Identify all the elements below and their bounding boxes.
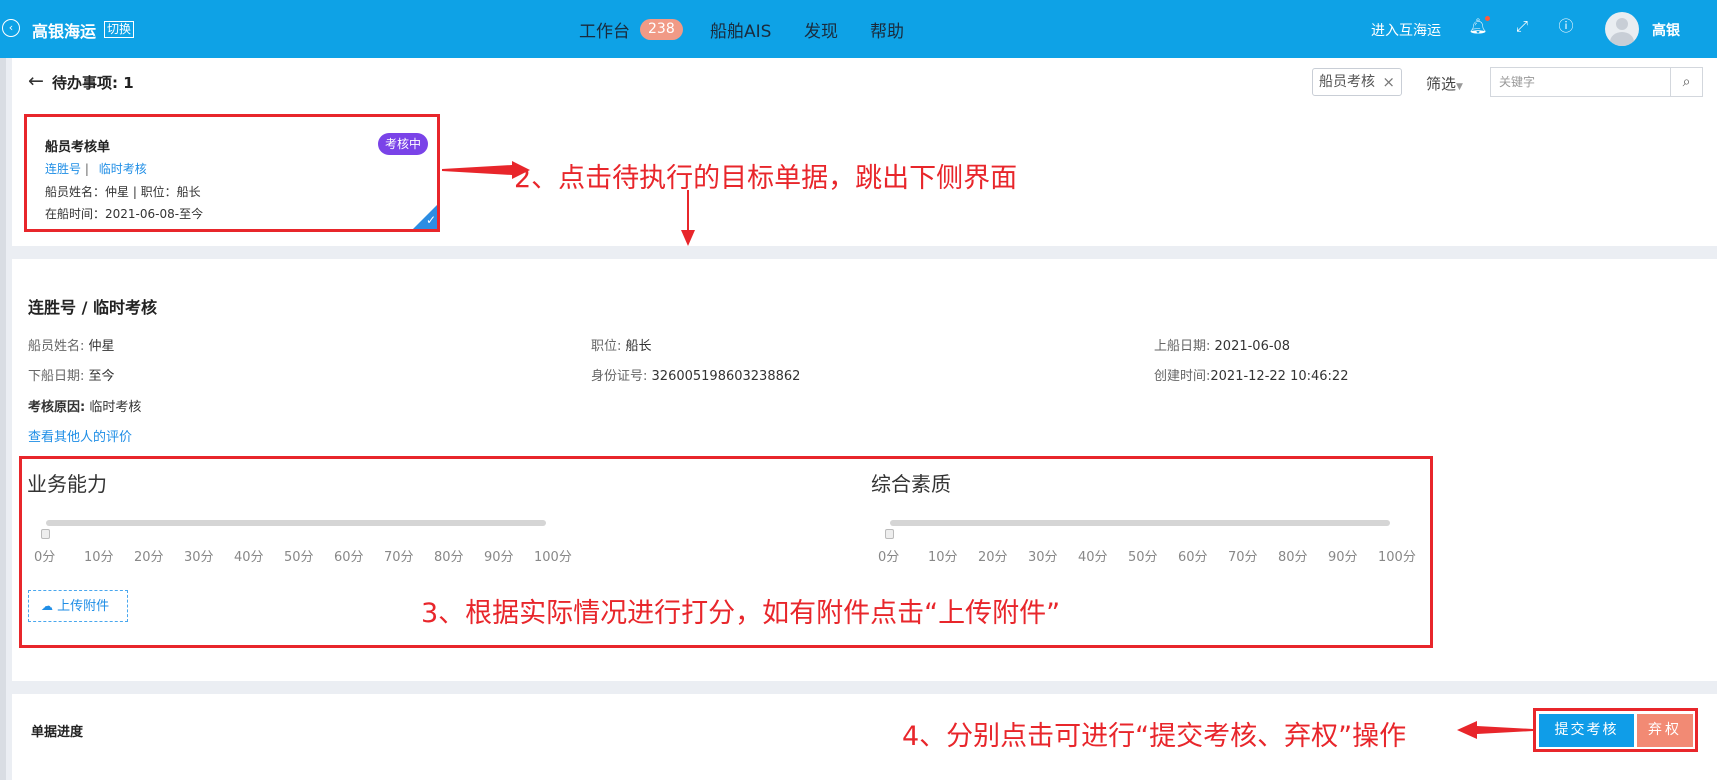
position-value: 船长: [625, 339, 652, 354]
chevron-down-icon: ▼: [1456, 82, 1463, 92]
nav-discover[interactable]: 发现: [804, 17, 838, 42]
slider-tick-label: 50分: [284, 550, 314, 565]
search-input[interactable]: 关键字: [1490, 67, 1671, 97]
slider-tick-label: 70分: [1228, 550, 1258, 565]
status-badge: 考核中: [378, 133, 429, 155]
separator: |: [84, 162, 89, 176]
slider-tick-label: 30分: [184, 550, 214, 565]
slider-tick-label: 70分: [384, 550, 414, 565]
filter-tag-label: 船员考核: [1319, 74, 1375, 90]
slider-tick-label: 100分: [534, 550, 572, 565]
id-number-field: 身份证号: 326005198603238862: [591, 369, 801, 384]
slider-tick-label: 90分: [1328, 550, 1358, 565]
cloud-upload-icon: ☁︎: [41, 599, 53, 613]
score-title-quality: 综合素质: [871, 472, 951, 496]
crew-name-field: 船员姓名: 仲星: [28, 339, 115, 354]
leave-date-field: 下船日期: 至今: [28, 369, 115, 384]
upload-attachment-button[interactable]: ☁︎ 上传附件: [28, 590, 128, 622]
fullscreen-icon[interactable]: ⤢: [1512, 16, 1532, 36]
left-edge-stripe: [0, 58, 6, 780]
quality-slider-track[interactable]: [890, 520, 1390, 526]
slider-tick-label: 90分: [484, 550, 514, 565]
enter-huhaiyun-link[interactable]: 进入互海运: [1371, 20, 1441, 40]
notification-dot: [1485, 16, 1490, 21]
board-date-field: 上船日期: 2021-06-08: [1154, 339, 1291, 354]
board-date-value: 2021-06-08: [1214, 339, 1291, 354]
slider-tick-label: 60分: [1178, 550, 1208, 565]
slider-tick-label: 100分: [1378, 550, 1416, 565]
brand-name: 高银海运: [32, 22, 97, 41]
slider-tick-label: 0分: [34, 550, 56, 565]
username[interactable]: 高银: [1652, 20, 1680, 40]
slider-tick-label: 80分: [1278, 550, 1308, 565]
card-onboard-time: 在船时间：2021-06-08-至今: [45, 207, 204, 221]
leave-date-value: 至今: [88, 369, 115, 384]
nav-workbench[interactable]: 工作台: [579, 17, 630, 42]
top-navigation-bar: ‹ 高银海运 切换 工作台 238 船舶AIS 发现 帮助 进入互海运 🔔︎ ⤢…: [0, 0, 1717, 58]
filter-tag[interactable]: 船员考核 ×: [1312, 68, 1402, 96]
check-icon: ✓: [426, 213, 437, 227]
detail-title: 连胜号 / 临时考核: [28, 298, 157, 317]
ship-link[interactable]: 连胜号: [45, 162, 81, 176]
reason-value: 临时考核: [89, 400, 142, 415]
progress-title: 单据进度: [31, 725, 84, 740]
position-field: 职位: 船长: [591, 339, 652, 354]
business-slider-handle[interactable]: [41, 529, 50, 539]
view-others-link[interactable]: 查看其他人的评价: [28, 426, 132, 445]
filter-label: 筛选: [1426, 75, 1457, 93]
slider-tick-label: 40分: [234, 550, 264, 565]
switch-company-button[interactable]: 切换: [104, 21, 135, 38]
slider-tick-label: 0分: [878, 550, 900, 565]
slider-tick-label: 10分: [84, 550, 114, 565]
back-arrow-icon[interactable]: ←: [28, 70, 44, 92]
close-icon[interactable]: ×: [1382, 69, 1395, 95]
nav-help[interactable]: 帮助: [870, 17, 904, 42]
card-crew-info: 船员姓名：仲星 | 职位：船长: [45, 185, 201, 199]
help-icon[interactable]: ⓘ: [1556, 16, 1576, 36]
crew-name-value: 仲星: [88, 339, 115, 354]
crew-assessment-card[interactable]: 船员考核单 考核中 连胜号 | 临时考核 船员姓名：仲星 | 职位：船长 在船时…: [24, 114, 440, 232]
search-icon[interactable]: ⌕: [1670, 67, 1703, 97]
submit-assessment-button[interactable]: 提交考核: [1539, 714, 1634, 747]
slider-tick-label: 80分: [434, 550, 464, 565]
slider-tick-label: 60分: [334, 550, 364, 565]
back-icon[interactable]: ‹: [2, 19, 20, 37]
workbench-count-badge: 238: [640, 19, 683, 40]
created-time-value: 2021-12-22 10:46:22: [1210, 369, 1349, 384]
id-number-value: 326005198603238862: [651, 369, 801, 384]
slider-tick-label: 30分: [1028, 550, 1058, 565]
slider-tick-label: 20分: [134, 550, 164, 565]
created-time-field: 创建时间:2021-12-22 10:46:22: [1154, 369, 1349, 384]
slider-tick-label: 10分: [928, 550, 958, 565]
annotation-step-4: 4、分别点击可进行“提交考核、弃权”操作: [902, 721, 1407, 752]
assessment-type-link[interactable]: 临时考核: [99, 162, 147, 176]
todo-title: 待办事项: 1: [52, 74, 134, 92]
filter-dropdown[interactable]: 筛选▼: [1426, 73, 1463, 94]
quality-slider-handle[interactable]: [885, 529, 894, 539]
reason-field: 考核原因: 临时考核: [28, 400, 142, 415]
card-links: 连胜号 | 临时考核: [45, 160, 147, 177]
avatar[interactable]: [1605, 12, 1639, 46]
slider-tick-label: 40分: [1078, 550, 1108, 565]
abandon-button[interactable]: 弃权: [1637, 714, 1693, 747]
score-title-business: 业务能力: [27, 472, 107, 496]
nav-ship-ais[interactable]: 船舶AIS: [710, 17, 771, 42]
slider-tick-label: 20分: [978, 550, 1008, 565]
business-slider-track[interactable]: [46, 520, 546, 526]
slider-tick-label: 50分: [1128, 550, 1158, 565]
annotation-step-2: 2、点击待执行的目标单据，跳出下侧界面: [514, 163, 1018, 194]
annotation-arrow-left: [1457, 721, 1533, 739]
upload-label: 上传附件: [57, 599, 110, 614]
card-title: 船员考核单: [45, 140, 111, 155]
annotation-step-3: 3、根据实际情况进行打分，如有附件点击“上传附件”: [421, 598, 1061, 629]
